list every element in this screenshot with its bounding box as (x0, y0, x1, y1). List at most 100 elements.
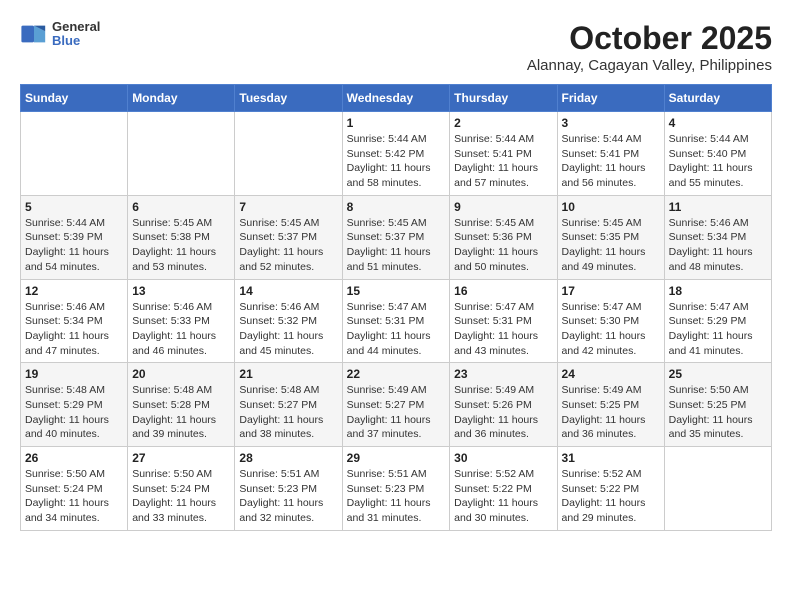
day-info: Sunrise: 5:46 AM Sunset: 5:32 PM Dayligh… (239, 300, 337, 359)
calendar-cell: 26 Sunrise: 5:50 AM Sunset: 5:24 PM Dayli… (21, 447, 128, 531)
day-info: Sunrise: 5:46 AM Sunset: 5:34 PM Dayligh… (25, 300, 123, 359)
day-info: Sunrise: 5:48 AM Sunset: 5:28 PM Dayligh… (132, 383, 230, 442)
calendar-cell (235, 112, 342, 196)
calendar-cell: 4 Sunrise: 5:44 AM Sunset: 5:40 PM Daylig… (664, 112, 771, 196)
header: General Blue October 2025 Alannay, Cagay… (20, 20, 772, 74)
calendar-cell: 3Sunrise: 5:44 AM Sunset: 5:41 PM Daylig… (557, 112, 664, 196)
day-number: 23 (454, 367, 552, 381)
day-number: 11 (669, 200, 767, 214)
calendar-cell: 7 Sunrise: 5:45 AM Sunset: 5:37 PM Daylig… (235, 195, 342, 279)
day-info: Sunrise: 5:47 AM Sunset: 5:31 PM Dayligh… (454, 300, 552, 359)
calendar-cell: 18 Sunrise: 5:47 AM Sunset: 5:29 PM Dayli… (664, 279, 771, 363)
day-number: 20 (132, 367, 230, 381)
day-number: 1 (347, 116, 446, 130)
day-number: 7 (239, 200, 337, 214)
day-info: Sunrise: 5:44 AM Sunset: 5:39 PM Dayligh… (25, 216, 123, 275)
calendar-cell: 5 Sunrise: 5:44 AM Sunset: 5:39 PM Daylig… (21, 195, 128, 279)
day-info: Sunrise: 5:47 AM Sunset: 5:30 PM Dayligh… (562, 300, 660, 359)
day-number: 22 (347, 367, 446, 381)
calendar-cell: 20 Sunrise: 5:48 AM Sunset: 5:28 PM Dayli… (128, 363, 235, 447)
calendar-cell: 11 Sunrise: 5:46 AM Sunset: 5:34 PM Dayli… (664, 195, 771, 279)
day-info: Sunrise: 5:51 AM Sunset: 5:23 PM Dayligh… (347, 467, 446, 526)
day-number: 17 (562, 284, 660, 298)
logo: General Blue (20, 20, 100, 49)
day-number: 12 (25, 284, 123, 298)
day-number: 14 (239, 284, 337, 298)
day-info: Sunrise: 5:50 AM Sunset: 5:25 PM Dayligh… (669, 383, 767, 442)
day-number: 27 (132, 451, 230, 465)
day-info: Sunrise: 5:50 AM Sunset: 5:24 PM Dayligh… (25, 467, 123, 526)
logo-text: General Blue (52, 20, 100, 49)
day-number: 13 (132, 284, 230, 298)
day-number: 10 (562, 200, 660, 214)
weekday-header-friday: Friday (557, 85, 664, 112)
calendar-cell: 15Sunrise: 5:47 AM Sunset: 5:31 PM Dayli… (342, 279, 450, 363)
day-number: 19 (25, 367, 123, 381)
day-info: Sunrise: 5:46 AM Sunset: 5:33 PM Dayligh… (132, 300, 230, 359)
weekday-header-tuesday: Tuesday (235, 85, 342, 112)
day-info: Sunrise: 5:45 AM Sunset: 5:37 PM Dayligh… (239, 216, 337, 275)
calendar-cell (128, 112, 235, 196)
day-number: 29 (347, 451, 446, 465)
day-number: 15 (347, 284, 446, 298)
day-info: Sunrise: 5:44 AM Sunset: 5:40 PM Dayligh… (669, 132, 767, 191)
calendar-week-4: 19Sunrise: 5:48 AM Sunset: 5:29 PM Dayli… (21, 363, 772, 447)
day-info: Sunrise: 5:49 AM Sunset: 5:25 PM Dayligh… (562, 383, 660, 442)
day-number: 6 (132, 200, 230, 214)
calendar-cell: 16 Sunrise: 5:47 AM Sunset: 5:31 PM Dayli… (450, 279, 557, 363)
calendar-cell: 6 Sunrise: 5:45 AM Sunset: 5:38 PM Daylig… (128, 195, 235, 279)
day-number: 25 (669, 367, 767, 381)
logo-icon (20, 20, 48, 48)
calendar-cell (21, 112, 128, 196)
day-info: Sunrise: 5:52 AM Sunset: 5:22 PM Dayligh… (454, 467, 552, 526)
day-number: 8 (347, 200, 446, 214)
day-info: Sunrise: 5:46 AM Sunset: 5:34 PM Dayligh… (669, 216, 767, 275)
day-number: 5 (25, 200, 123, 214)
day-number: 31 (562, 451, 660, 465)
day-number: 24 (562, 367, 660, 381)
calendar-cell: 14 Sunrise: 5:46 AM Sunset: 5:32 PM Dayli… (235, 279, 342, 363)
calendar-week-3: 12 Sunrise: 5:46 AM Sunset: 5:34 PM Dayli… (21, 279, 772, 363)
day-number: 2 (454, 116, 552, 130)
calendar-cell: 25 Sunrise: 5:50 AM Sunset: 5:25 PM Dayli… (664, 363, 771, 447)
weekday-header-wednesday: Wednesday (342, 85, 450, 112)
day-info: Sunrise: 5:45 AM Sunset: 5:37 PM Dayligh… (347, 216, 446, 275)
calendar-cell: 23 Sunrise: 5:49 AM Sunset: 5:26 PM Dayli… (450, 363, 557, 447)
day-number: 21 (239, 367, 337, 381)
title-area: October 2025 Alannay, Cagayan Valley, Ph… (527, 20, 772, 74)
calendar-cell: 13 Sunrise: 5:46 AM Sunset: 5:33 PM Dayli… (128, 279, 235, 363)
calendar-cell: 10 Sunrise: 5:45 AM Sunset: 5:35 PM Dayli… (557, 195, 664, 279)
day-number: 4 (669, 116, 767, 130)
calendar-cell (664, 447, 771, 531)
day-number: 26 (25, 451, 123, 465)
page-subtitle: Alannay, Cagayan Valley, Philippines (527, 57, 772, 74)
weekday-header-saturday: Saturday (664, 85, 771, 112)
calendar-cell: 27Sunrise: 5:50 AM Sunset: 5:24 PM Dayli… (128, 447, 235, 531)
day-info: Sunrise: 5:44 AM Sunset: 5:41 PM Dayligh… (454, 132, 552, 191)
day-number: 28 (239, 451, 337, 465)
day-number: 9 (454, 200, 552, 214)
day-info: Sunrise: 5:49 AM Sunset: 5:27 PM Dayligh… (347, 383, 446, 442)
weekday-header-sunday: Sunday (21, 85, 128, 112)
weekday-header-row: SundayMondayTuesdayWednesdayThursdayFrid… (21, 85, 772, 112)
page-title: October 2025 (527, 20, 772, 57)
calendar-cell: 17 Sunrise: 5:47 AM Sunset: 5:30 PM Dayli… (557, 279, 664, 363)
day-info: Sunrise: 5:49 AM Sunset: 5:26 PM Dayligh… (454, 383, 552, 442)
day-number: 30 (454, 451, 552, 465)
day-info: Sunrise: 5:45 AM Sunset: 5:38 PM Dayligh… (132, 216, 230, 275)
calendar-week-2: 5 Sunrise: 5:44 AM Sunset: 5:39 PM Daylig… (21, 195, 772, 279)
day-info: Sunrise: 5:44 AM Sunset: 5:41 PM Dayligh… (562, 132, 660, 191)
calendar-cell: 1Sunrise: 5:44 AM Sunset: 5:42 PM Daylig… (342, 112, 450, 196)
day-number: 18 (669, 284, 767, 298)
calendar-cell: 28 Sunrise: 5:51 AM Sunset: 5:23 PM Dayli… (235, 447, 342, 531)
calendar-table: SundayMondayTuesdayWednesdayThursdayFrid… (20, 84, 772, 531)
calendar-cell: 9 Sunrise: 5:45 AM Sunset: 5:36 PM Daylig… (450, 195, 557, 279)
day-number: 16 (454, 284, 552, 298)
day-info: Sunrise: 5:47 AM Sunset: 5:29 PM Dayligh… (669, 300, 767, 359)
calendar-cell: 31Sunrise: 5:52 AM Sunset: 5:22 PM Dayli… (557, 447, 664, 531)
calendar-cell: 29 Sunrise: 5:51 AM Sunset: 5:23 PM Dayli… (342, 447, 450, 531)
day-info: Sunrise: 5:45 AM Sunset: 5:36 PM Dayligh… (454, 216, 552, 275)
calendar-cell: 21Sunrise: 5:48 AM Sunset: 5:27 PM Dayli… (235, 363, 342, 447)
day-info: Sunrise: 5:45 AM Sunset: 5:35 PM Dayligh… (562, 216, 660, 275)
day-info: Sunrise: 5:51 AM Sunset: 5:23 PM Dayligh… (239, 467, 337, 526)
